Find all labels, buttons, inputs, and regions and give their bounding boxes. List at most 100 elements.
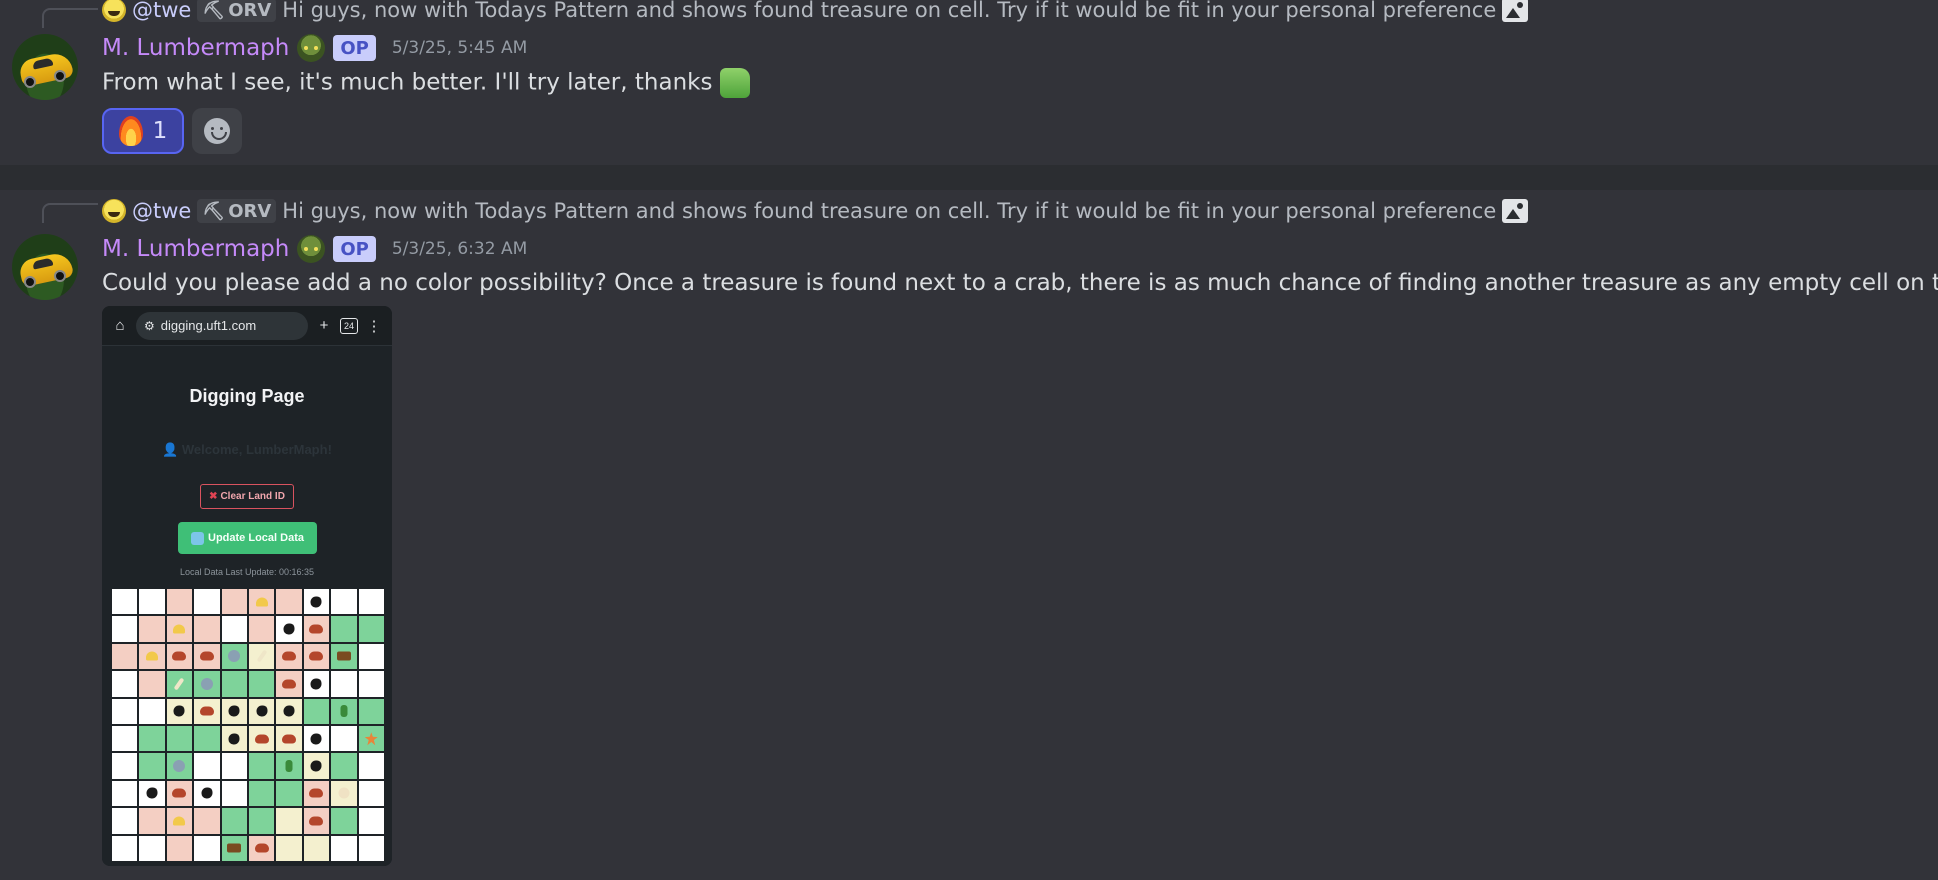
grid-cell[interactable] — [303, 725, 330, 752]
grid-cell[interactable] — [303, 753, 330, 779]
grid-cell[interactable] — [139, 725, 165, 752]
grid-cell[interactable] — [166, 698, 193, 724]
grid-cell[interactable] — [358, 643, 384, 670]
grid-cell[interactable] — [112, 753, 138, 779]
grid-cell[interactable] — [139, 780, 165, 807]
grid-cell[interactable] — [358, 616, 384, 642]
grid-cell[interactable] — [194, 725, 220, 752]
grid-cell[interactable] — [358, 725, 384, 752]
reply-preview[interactable]: @twe ⛏ ORV Hi guys, now with Todays Patte… — [102, 0, 1529, 25]
grid-cell[interactable] — [358, 780, 384, 807]
grid-cell[interactable] — [331, 835, 357, 861]
site-settings-icon[interactable]: ⚙ — [144, 319, 155, 333]
grid-cell[interactable] — [248, 753, 275, 779]
grid-cell[interactable] — [194, 780, 220, 807]
grid-cell[interactable] — [166, 616, 193, 642]
grid-cell[interactable] — [112, 616, 138, 642]
grid-cell[interactable] — [166, 725, 193, 752]
grid-cell[interactable] — [166, 643, 193, 670]
update-local-data-button[interactable]: Update Local Data — [178, 522, 317, 554]
avatar[interactable] — [12, 34, 78, 100]
grid-cell[interactable] — [221, 589, 247, 615]
grid-cell[interactable] — [194, 808, 220, 834]
grid-cell[interactable] — [194, 643, 220, 670]
grid-cell[interactable] — [166, 780, 193, 807]
grid-cell[interactable] — [221, 643, 247, 670]
grid-cell[interactable] — [358, 835, 384, 861]
grid-cell[interactable] — [276, 671, 302, 697]
grid-cell[interactable] — [166, 753, 193, 779]
grid-cell[interactable] — [303, 780, 330, 807]
grid-cell[interactable] — [276, 589, 302, 615]
grid-cell[interactable] — [221, 808, 247, 834]
grid-cell[interactable] — [221, 835, 247, 861]
grid-cell[interactable] — [331, 753, 357, 779]
grid-cell[interactable] — [303, 589, 330, 615]
grid-cell[interactable] — [248, 698, 275, 724]
grid-cell[interactable] — [112, 835, 138, 861]
grid-cell[interactable] — [194, 753, 220, 779]
grid-cell[interactable] — [276, 698, 302, 724]
plus-icon[interactable]: + — [314, 317, 334, 334]
grid-cell[interactable] — [221, 671, 247, 697]
grid-cell[interactable] — [303, 671, 330, 697]
grid-cell[interactable] — [194, 671, 220, 697]
grid-cell[interactable] — [248, 808, 275, 834]
grid-cell[interactable] — [276, 835, 302, 861]
grid-cell[interactable] — [112, 589, 138, 615]
grid-cell[interactable] — [166, 808, 193, 834]
grid-cell[interactable] — [303, 835, 330, 861]
grid-cell[interactable] — [331, 671, 357, 697]
grid-cell[interactable] — [139, 643, 165, 670]
grid-cell[interactable] — [194, 589, 220, 615]
grid-cell[interactable] — [358, 589, 384, 615]
grid-cell[interactable] — [248, 725, 275, 752]
grid-cell[interactable] — [139, 753, 165, 779]
grid-cell[interactable] — [139, 616, 165, 642]
grid-cell[interactable] — [358, 671, 384, 697]
grid-cell[interactable] — [331, 643, 357, 670]
grid-cell[interactable] — [112, 725, 138, 752]
grid-cell[interactable] — [248, 616, 275, 642]
grid-cell[interactable] — [303, 643, 330, 670]
grid-cell[interactable] — [221, 725, 247, 752]
grid-cell[interactable] — [276, 808, 302, 834]
image-attachment[interactable]: ⌂ ⚙ digging.uft1.com + 24 ⋮ Digging Page… — [102, 306, 392, 866]
grid-cell[interactable] — [276, 643, 302, 670]
add-reaction-button[interactable] — [192, 108, 242, 154]
grid-cell[interactable] — [248, 671, 275, 697]
grid-cell[interactable] — [112, 808, 138, 834]
grid-cell[interactable] — [139, 698, 165, 724]
reply-preview[interactable]: @twe ⛏ ORV Hi guys, now with Todays Patte… — [102, 196, 1529, 226]
grid-cell[interactable] — [248, 589, 275, 615]
grid-cell[interactable] — [276, 780, 302, 807]
reaction-fire[interactable]: 1 — [102, 108, 184, 154]
grid-cell[interactable] — [166, 671, 193, 697]
grid-cell[interactable] — [248, 780, 275, 807]
grid-cell[interactable] — [112, 643, 138, 670]
grid-cell[interactable] — [139, 808, 165, 834]
grid-cell[interactable] — [331, 589, 357, 615]
grid-cell[interactable] — [112, 671, 138, 697]
grid-cell[interactable] — [248, 835, 275, 861]
grid-cell[interactable] — [331, 808, 357, 834]
clear-land-id-button[interactable]: ✖ Clear Land ID — [200, 484, 294, 509]
username[interactable]: M. Lumbermaph — [102, 35, 289, 61]
more-vertical-icon[interactable]: ⋮ — [364, 317, 384, 335]
grid-cell[interactable] — [358, 808, 384, 834]
timestamp[interactable]: 5/3/25, 6:32 AM — [392, 239, 527, 259]
grid-cell[interactable] — [331, 725, 357, 752]
grid-cell[interactable] — [139, 671, 165, 697]
grid-cell[interactable] — [358, 753, 384, 779]
grid-cell[interactable] — [276, 616, 302, 642]
grid-cell[interactable] — [139, 589, 165, 615]
grid-cell[interactable] — [331, 780, 357, 807]
grid-cell[interactable] — [139, 835, 165, 861]
grid-cell[interactable] — [112, 780, 138, 807]
grid-cell[interactable] — [331, 616, 357, 642]
timestamp[interactable]: 5/3/25, 5:45 AM — [392, 38, 527, 58]
grid-cell[interactable] — [194, 616, 220, 642]
username[interactable]: M. Lumbermaph — [102, 236, 289, 262]
grid-cell[interactable] — [303, 698, 330, 724]
grid-cell[interactable] — [276, 725, 302, 752]
